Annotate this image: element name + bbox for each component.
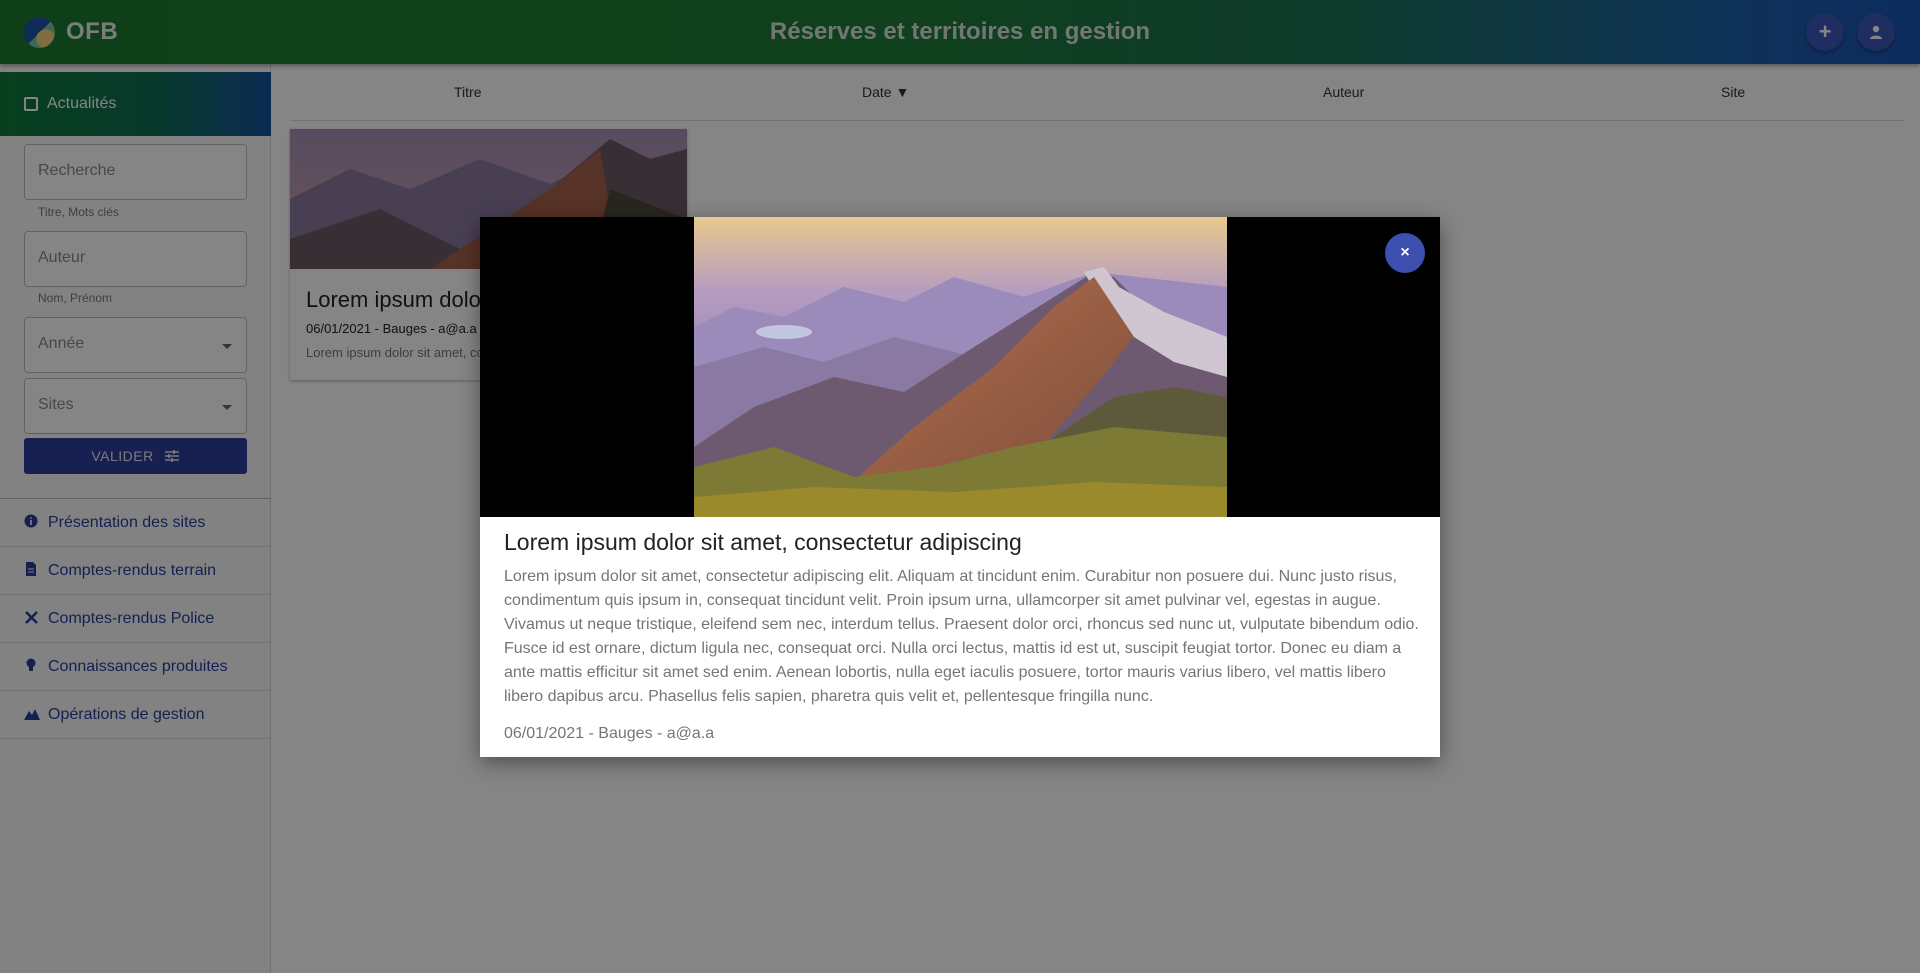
modal-media <box>480 217 1440 517</box>
close-button[interactable]: × <box>1385 233 1425 273</box>
modal-meta: 06/01/2021 - Bauges - a@a.a <box>504 725 715 742</box>
modal-body-text: Lorem ipsum dolor sit amet, consectetur … <box>504 568 1419 705</box>
close-icon: × <box>1400 244 1410 261</box>
modal-title: Lorem ipsum dolor sit amet, consectetur … <box>504 529 1022 555</box>
news-detail-modal: × Lorem ipsum dolor sit amet, consectetu… <box>480 217 1440 757</box>
modal-image <box>694 217 1227 517</box>
